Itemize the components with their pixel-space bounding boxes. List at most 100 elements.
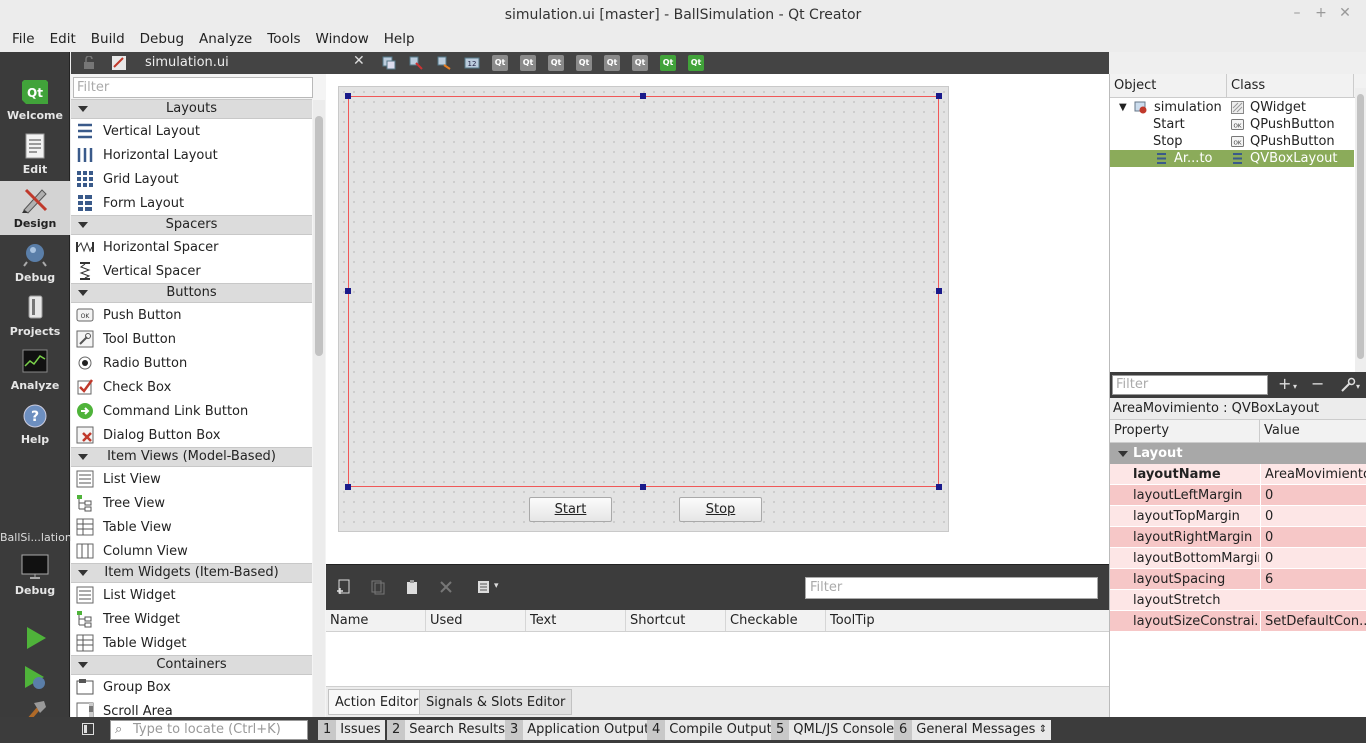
widget-item-push-button[interactable]: OK Push Button xyxy=(71,303,312,327)
menu-file[interactable]: File xyxy=(6,29,41,52)
collapse-arrow-icon[interactable]: ▼ xyxy=(1119,99,1127,116)
add-property-dropdown-icon[interactable]: ▾ xyxy=(1293,382,1297,391)
property-value[interactable]: 0 xyxy=(1260,506,1366,527)
property-row[interactable]: layoutSizeConstrai... SetDefaultCon... xyxy=(1110,611,1366,632)
widget-item-table-widget[interactable]: Table Widget xyxy=(71,631,312,655)
property-row[interactable]: layoutName AreaMovimiento xyxy=(1110,464,1366,485)
property-row[interactable]: layoutTopMargin 0 xyxy=(1110,506,1366,527)
widget-item-horizontal-spacer[interactable]: Horizontal Spacer xyxy=(71,235,312,259)
widget-item-table-view[interactable]: Table View xyxy=(71,515,312,539)
output-pane-application-output[interactable]: 3 Application Output xyxy=(505,720,654,740)
column-header[interactable]: Used xyxy=(426,610,526,631)
layout-h-splitter-icon[interactable]: Qt xyxy=(548,55,564,71)
column-header[interactable]: Checkable xyxy=(726,610,826,631)
mode-design[interactable]: Design xyxy=(0,181,70,235)
copy-action-icon[interactable] xyxy=(370,579,386,595)
view-mode-icon[interactable] xyxy=(476,579,492,595)
edit-signals-icon[interactable] xyxy=(408,55,424,71)
column-header[interactable]: Property xyxy=(1110,420,1260,442)
property-row[interactable]: layoutBottomMargin 0 xyxy=(1110,548,1366,569)
object-row[interactable]: ▼ simulation QWidget xyxy=(1110,99,1354,116)
paste-action-icon[interactable] xyxy=(404,579,420,595)
more-panes-icon[interactable]: ⇕ xyxy=(1035,720,1051,740)
close-document-icon[interactable]: ✕ xyxy=(353,53,365,69)
category-layouts[interactable]: Layouts xyxy=(71,99,312,119)
mode-debug[interactable]: Debug xyxy=(0,235,70,289)
widget-item-group-box[interactable]: Group Box xyxy=(71,675,312,699)
layout-vertical-icon[interactable]: Qt xyxy=(520,55,536,71)
property-value[interactable]: 6 xyxy=(1260,569,1366,590)
category-buttons[interactable]: Buttons xyxy=(71,283,312,303)
output-pane-search-results[interactable]: 2 Search Results xyxy=(387,720,510,740)
property-row[interactable]: layoutSpacing 6 xyxy=(1110,569,1366,590)
property-value[interactable]: 0 xyxy=(1260,485,1366,506)
column-header[interactable]: Value xyxy=(1260,420,1366,442)
adjust-size-icon[interactable]: Qt xyxy=(688,55,704,71)
widget-item-command-link-button[interactable]: Command Link Button xyxy=(71,399,312,423)
close-icon[interactable]: ✕ xyxy=(1336,5,1354,21)
menu-help[interactable]: Help xyxy=(378,29,421,52)
widget-item-scroll-area[interactable]: Scroll Area xyxy=(71,699,312,717)
menu-debug[interactable]: Debug xyxy=(134,29,190,52)
mode-welcome[interactable]: Qt Welcome xyxy=(0,73,70,127)
configure-dropdown-icon[interactable]: ▾ xyxy=(1356,382,1360,391)
maximize-icon[interactable]: + xyxy=(1312,5,1330,21)
widget-item-dialog-button-box[interactable]: Dialog Button Box xyxy=(71,423,312,447)
action-filter-input[interactable]: Filter xyxy=(805,577,1098,599)
layout-v-splitter-icon[interactable]: Qt xyxy=(576,55,592,71)
widget-item-radio-button[interactable]: Radio Button xyxy=(71,351,312,375)
property-row[interactable]: layoutStretch xyxy=(1110,590,1366,611)
menu-edit[interactable]: Edit xyxy=(44,29,82,52)
widget-item-horizontal-layout[interactable]: Horizontal Layout xyxy=(71,143,312,167)
widget-item-vertical-spacer[interactable]: Vertical Spacer xyxy=(71,259,312,283)
wrench-icon[interactable] xyxy=(1340,377,1356,393)
menu-window[interactable]: Window xyxy=(310,29,375,52)
menu-tools[interactable]: Tools xyxy=(261,29,306,52)
tab-action-editor[interactable]: Action Editor xyxy=(328,689,426,715)
property-group-layout[interactable]: Layout xyxy=(1110,443,1366,464)
property-row[interactable]: layoutRightMargin 0 xyxy=(1110,527,1366,548)
property-value[interactable]: 0 xyxy=(1260,527,1366,548)
widget-item-form-layout[interactable]: Form Layout xyxy=(71,191,312,215)
run-icon[interactable] xyxy=(20,623,50,653)
widget-item-tool-button[interactable]: Tool Button xyxy=(71,327,312,351)
layout-grid-icon[interactable]: Qt xyxy=(604,55,620,71)
menu-build[interactable]: Build xyxy=(85,29,131,52)
widget-item-list-widget[interactable]: List Widget xyxy=(71,583,312,607)
minimize-icon[interactable]: – xyxy=(1288,5,1306,21)
edit-widgets-icon[interactable] xyxy=(381,55,397,71)
widget-item-grid-layout[interactable]: Grid Layout xyxy=(71,167,312,191)
resize-handle[interactable] xyxy=(936,288,942,294)
scrollbar-thumb[interactable] xyxy=(1357,94,1364,359)
break-layout-icon[interactable]: Qt xyxy=(660,55,676,71)
form-canvas[interactable]: Start Stop xyxy=(326,74,1109,564)
vbox-layout-areamovimiento[interactable] xyxy=(348,96,939,487)
object-inspector-scrollbar[interactable] xyxy=(1355,88,1366,372)
form-widget-simulation[interactable]: Start Stop xyxy=(338,86,949,532)
resize-handle[interactable] xyxy=(936,484,942,490)
resize-handle[interactable] xyxy=(345,484,351,490)
column-header[interactable]: Object xyxy=(1110,74,1227,97)
object-row[interactable]: Start OK QPushButton xyxy=(1110,116,1354,133)
category-containers[interactable]: Containers xyxy=(71,655,312,675)
column-header[interactable]: Shortcut xyxy=(626,610,726,631)
mode-edit[interactable]: Edit xyxy=(0,127,70,181)
widget-list-scrollbar[interactable] xyxy=(313,100,325,717)
property-value[interactable]: 0 xyxy=(1260,548,1366,569)
toggle-sidebar-icon[interactable] xyxy=(82,723,94,735)
object-row-selected[interactable]: Ar...to QVBoxLayout xyxy=(1110,150,1354,167)
menu-analyze[interactable]: Analyze xyxy=(193,29,258,52)
output-pane-compile-output[interactable]: 4 Compile Output xyxy=(647,720,776,740)
output-pane-issues[interactable]: 1 Issues xyxy=(318,720,385,740)
new-action-icon[interactable] xyxy=(336,579,352,595)
mode-help[interactable]: ? Help xyxy=(0,397,70,451)
edit-tab-order-icon[interactable]: 12 xyxy=(464,55,480,71)
add-property-icon[interactable]: + xyxy=(1278,374,1291,393)
category-spacers[interactable]: Spacers xyxy=(71,215,312,235)
object-row[interactable]: Stop OK QPushButton xyxy=(1110,133,1354,150)
widget-item-column-view[interactable]: Column View xyxy=(71,539,312,563)
view-mode-dropdown-icon[interactable]: ▾ xyxy=(494,581,499,591)
category-item-widgets-item-based[interactable]: Item Widgets (Item-Based) xyxy=(71,563,312,583)
output-pane-general-messages[interactable]: 6 General Messages xyxy=(894,720,1040,740)
remove-property-icon[interactable]: − xyxy=(1311,374,1324,393)
